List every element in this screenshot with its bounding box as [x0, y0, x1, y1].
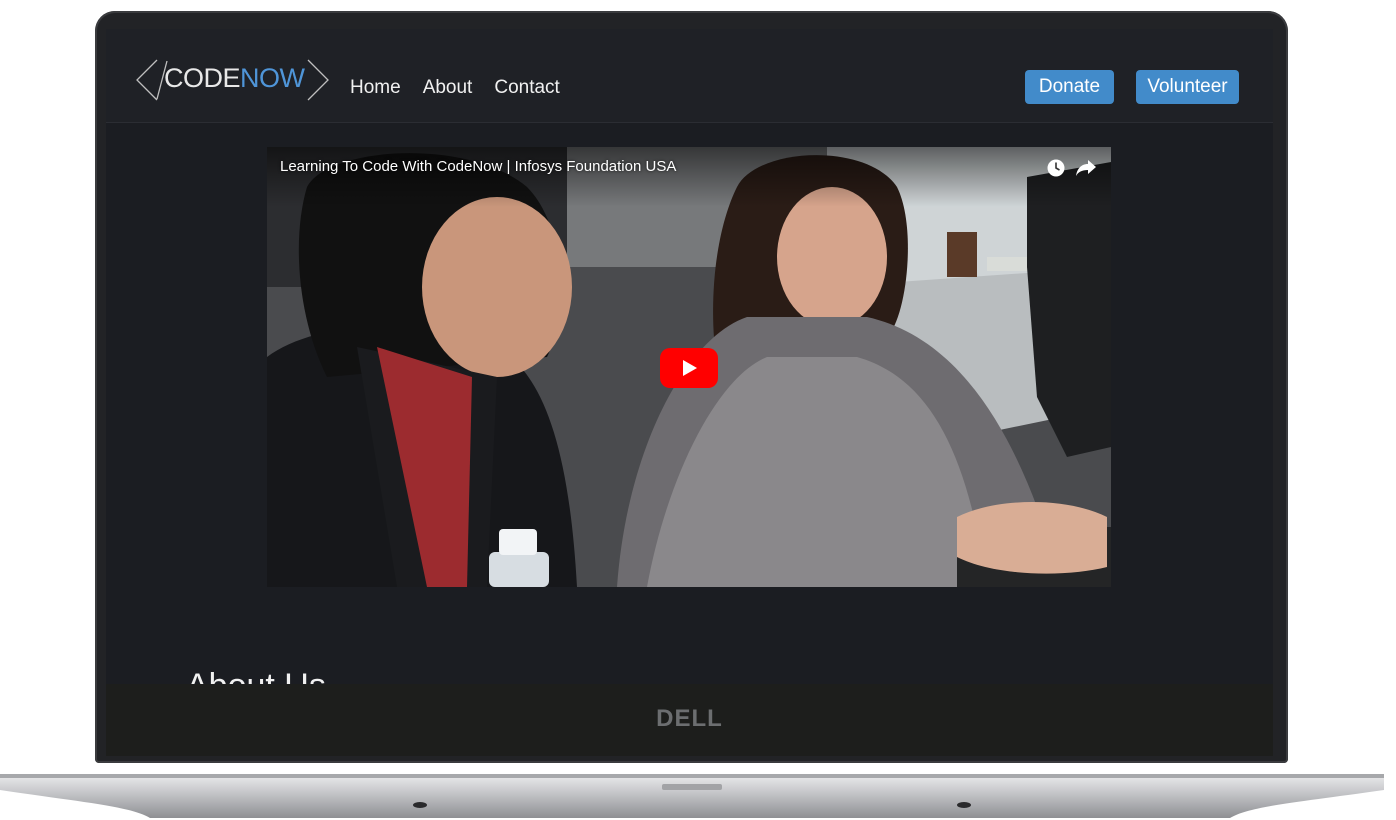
video-embed[interactable]: Learning To Code With CodeNow | Infosys … [267, 147, 1111, 587]
nav-contact-link[interactable]: Contact [494, 77, 559, 99]
video-title[interactable]: Learning To Code With CodeNow | Infosys … [280, 158, 676, 175]
laptop-chin: DELL [106, 684, 1273, 756]
site-header: CODENOW Home About Contact Donate Volunt… [106, 29, 1273, 123]
donate-button[interactable]: Donate [1025, 70, 1114, 104]
logo-text: CODENOW [164, 63, 305, 94]
nav-links: Home About Contact [350, 77, 560, 99]
dell-logo: DELL [656, 705, 723, 732]
share-icon[interactable] [1075, 159, 1097, 177]
volunteer-button[interactable]: Volunteer [1136, 70, 1239, 104]
codenow-logo[interactable]: CODENOW [136, 59, 330, 101]
nav-about-link[interactable]: About [423, 77, 473, 99]
watch-later-icon[interactable] [1046, 158, 1066, 178]
play-icon[interactable] [660, 348, 718, 388]
about-heading: About Us [186, 667, 326, 684]
logo-code-text: CODE [164, 63, 241, 93]
laptop-base-shape [0, 774, 1384, 818]
logo-now-text: NOW [240, 63, 305, 93]
nav-home-link[interactable]: Home [350, 77, 401, 99]
laptop-base [0, 760, 1384, 818]
screen: CODENOW Home About Contact Donate Volunt… [106, 29, 1273, 684]
